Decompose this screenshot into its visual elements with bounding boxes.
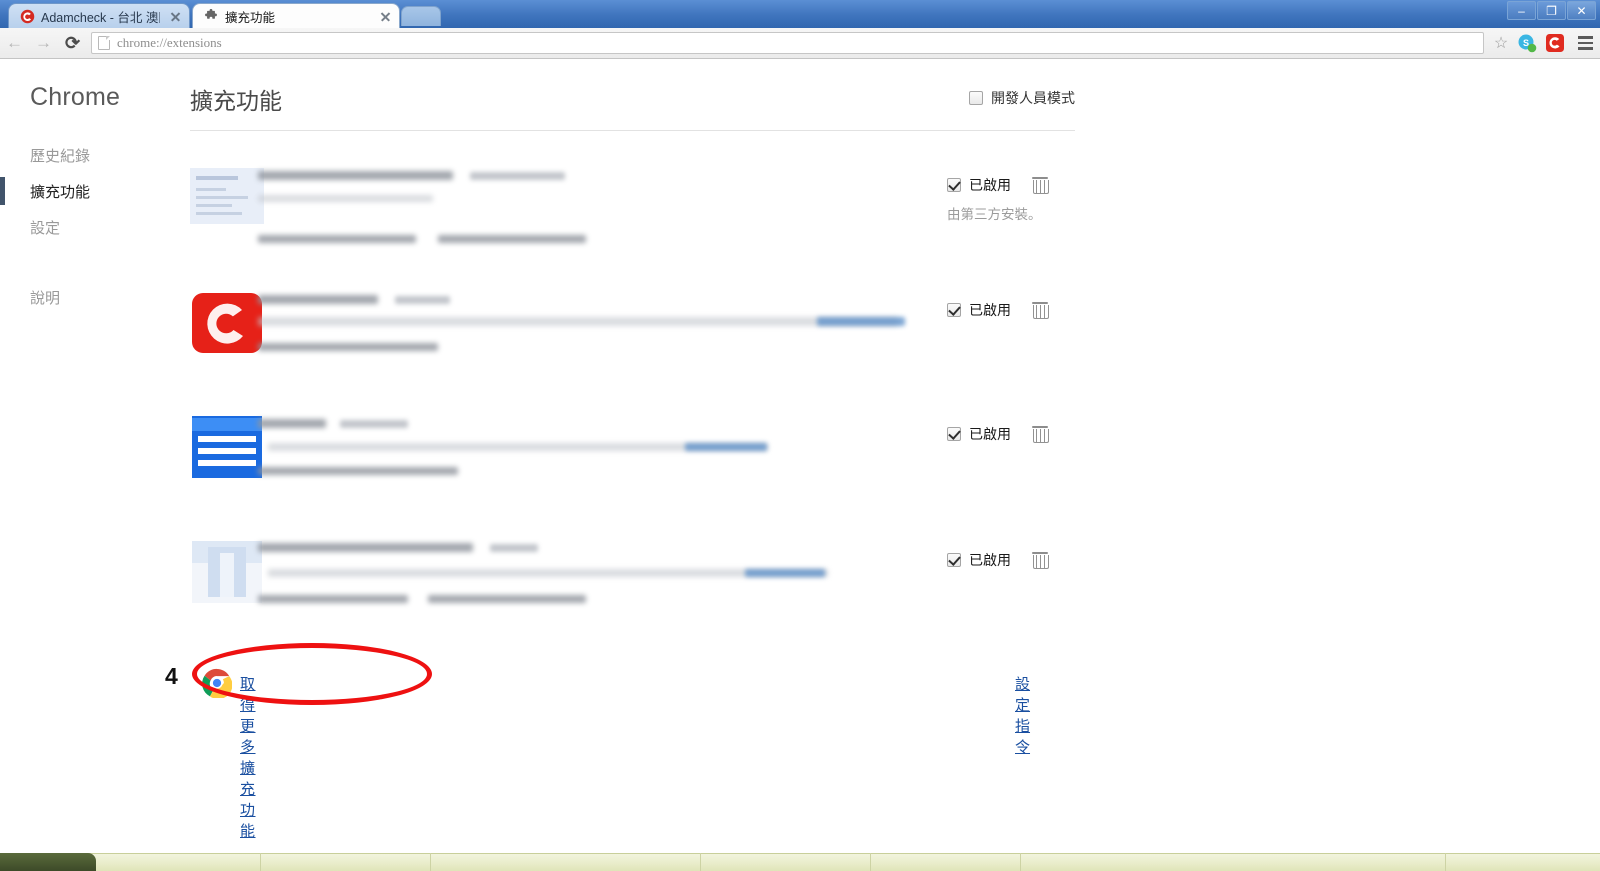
tab-title: 擴充功能 [225,10,276,25]
extension-version-blurred [395,296,450,304]
address-bar[interactable]: chrome://extensions [91,32,1484,54]
sidebar-item-label: 歷史紀錄 [30,147,91,165]
sidebar-item-label: 擴充功能 [30,183,91,201]
extension-detail-blurred [258,467,458,475]
extension-version-blurred [490,544,538,552]
adamcheck-red-c-icon[interactable] [1542,30,1568,56]
navigation-toolbar: ← → ⟳ chrome://extensions ☆ S [0,28,1600,59]
extension-enabled-control[interactable]: 已啟用 [947,550,1049,570]
adamcheck-red-c-icon [19,8,35,24]
url-text: chrome://extensions [117,35,222,50]
enabled-label: 已啟用 [969,177,1011,193]
trash-icon[interactable] [1032,426,1049,443]
taskbar-divider [1020,853,1021,871]
sidebar: Chrome 歷史紀錄 擴充功能 設定 說明 [0,60,190,853]
sidebar-item-extensions[interactable]: 擴充功能 [0,173,190,209]
new-tab-button[interactable] [401,6,441,26]
enabled-checkbox[interactable] [947,553,961,567]
developer-mode-toggle[interactable]: 開發人員模式 [969,88,1075,108]
tab-title: Adamcheck - 台北 澳門 看 [41,10,160,25]
restore-button[interactable]: ❐ [1537,1,1566,20]
extension-link-blurred [745,569,825,577]
enabled-checkbox[interactable] [947,178,961,192]
red-rounded-c-icon [190,292,264,354]
enabled-label: 已啟用 [969,426,1011,442]
chrome-brand-title: Chrome [30,83,121,111]
page-document-icon [98,36,110,50]
extension-description-blurred [258,317,898,326]
configure-commands-link[interactable]: 設定指令 [1015,673,1030,757]
extension-enabled-control[interactable]: 已啟用 [947,175,1049,195]
extension-name-blurred [258,295,378,304]
taskbar [0,853,1600,871]
enabled-label: 已啟用 [969,302,1011,318]
reload-icon[interactable]: ⟳ [58,29,87,58]
developer-mode-label: 開發人員模式 [991,90,1075,106]
blue-lines-icon [190,416,264,478]
taskbar-divider [430,853,431,871]
developer-mode-checkbox[interactable] [969,91,983,105]
extension-link-blurred [685,443,767,451]
skype-icon[interactable]: S [1514,30,1540,56]
enabled-label: 已啟用 [969,552,1011,568]
page-header: 擴充功能 開發人員模式 [190,60,1075,131]
document-white-icon [190,168,264,224]
tab-strip: Adamcheck - 台北 澳門 看 擴充功能 – ❐ ✕ [0,0,1600,28]
forward-icon[interactable]: → [29,29,58,58]
extension-detail-blurred [258,595,408,603]
start-button[interactable] [0,853,96,871]
extension-name-blurred [258,543,473,552]
sidebar-item-help[interactable]: 說明 [0,279,190,315]
close-window-button[interactable]: ✕ [1567,1,1596,20]
extension-detail-blurred [258,235,416,243]
hamburger-menu-icon[interactable] [1570,36,1600,50]
extension-detail-blurred [438,235,586,243]
extension-enabled-control[interactable]: 已啟用 [947,300,1049,320]
back-icon[interactable]: ← [0,29,29,58]
third-party-note: 由第三方安裝。 [947,207,1042,222]
pale-blue-icon [190,541,264,603]
taskbar-divider [870,853,871,871]
sidebar-item-history[interactable]: 歷史紀錄 [0,137,190,173]
sidebar-nav: 歷史紀錄 擴充功能 設定 說明 [0,137,190,315]
extension-name-blurred [258,419,326,428]
extensions-page: Chrome 歷史紀錄 擴充功能 設定 說明 擴充功能 開發人員模式 已啟用 由… [0,60,1600,853]
content-area: 擴充功能 開發人員模式 已啟用 由第三方安裝。 已啟用 已啟用 已啟用 4 取得… [165,60,1600,853]
window-controls: – ❐ ✕ [1507,1,1596,20]
extension-version-blurred [340,420,408,428]
close-icon[interactable] [168,9,183,24]
extension-version-blurred [470,172,565,180]
taskbar-divider [260,853,261,871]
step-number-annotation: 4 [165,663,178,689]
trash-icon[interactable] [1032,177,1049,194]
browser-tab-extensions[interactable]: 擴充功能 [192,3,400,28]
page-title: 擴充功能 [190,88,282,114]
close-icon[interactable] [378,9,393,24]
sidebar-item-settings[interactable]: 設定 [0,209,190,245]
extension-description-blurred [268,569,828,577]
extension-link-blurred [817,317,905,326]
minimize-button[interactable]: – [1507,1,1536,20]
extension-name-blurred [258,171,453,180]
taskbar-divider [700,853,701,871]
extension-detail-blurred [428,595,586,603]
bookmark-star-icon[interactable]: ☆ [1490,33,1512,53]
extension-enabled-control[interactable]: 已啟用 [947,424,1049,444]
enabled-checkbox[interactable] [947,303,961,317]
extension-description-blurred [258,195,433,202]
trash-icon[interactable] [1032,552,1049,569]
puzzle-piece-icon [203,8,219,24]
sidebar-item-label: 設定 [30,219,61,237]
extension-detail-blurred [258,343,438,351]
taskbar-divider [1445,853,1446,871]
trash-icon[interactable] [1032,302,1049,319]
red-circle-annotation [192,643,432,705]
enabled-checkbox[interactable] [947,427,961,441]
browser-tab-adamcheck[interactable]: Adamcheck - 台北 澳門 看 [8,3,190,28]
sidebar-item-label: 說明 [30,289,61,307]
